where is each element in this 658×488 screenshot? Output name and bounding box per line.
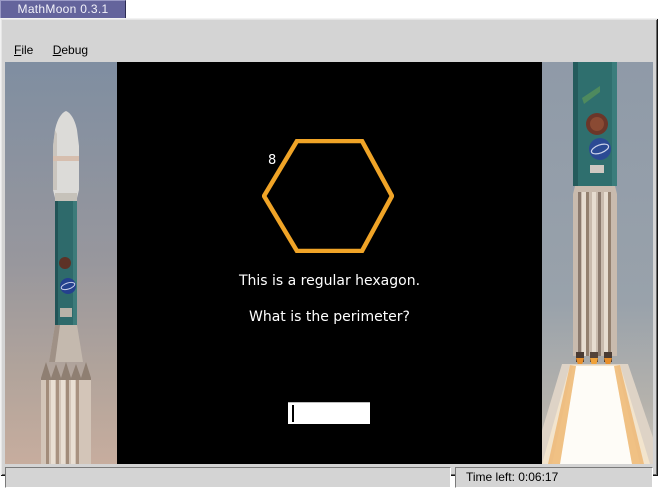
- window-titlebar[interactable]: MathMoon 0.3.1: [0, 0, 126, 19]
- window-title: MathMoon 0.3.1: [17, 2, 109, 16]
- hexagon-outline: [262, 139, 394, 253]
- status-panel-timer: Time left: 0:06:17: [455, 467, 653, 488]
- app-screen: MathMoon 0.3.1 File Debug 8 This is a re…: [0, 0, 658, 488]
- question-line-1: This is a regular hexagon.: [238, 273, 421, 289]
- menu-file[interactable]: File: [12, 40, 35, 60]
- game-panel: 8 This is a regular hexagon. What is the…: [117, 62, 542, 464]
- answer-input[interactable]: [288, 402, 370, 424]
- app-window: File Debug 8 This is a regular hexagon. …: [0, 18, 658, 488]
- right-rocket-photo: [542, 62, 653, 464]
- time-left-label: Time left: 0:06:17: [466, 470, 559, 484]
- status-panel-left: [5, 467, 451, 488]
- answer-field[interactable]: [295, 404, 367, 423]
- left-rocket-photo: [5, 62, 117, 464]
- text-caret: [292, 405, 294, 422]
- menu-bar: File Debug: [4, 40, 654, 60]
- menu-debug[interactable]: Debug: [51, 40, 90, 60]
- hexagon-side-length-label: 8: [268, 153, 277, 168]
- question-line-2: What is the perimeter?: [249, 309, 410, 325]
- hexagon-shape: [262, 139, 394, 253]
